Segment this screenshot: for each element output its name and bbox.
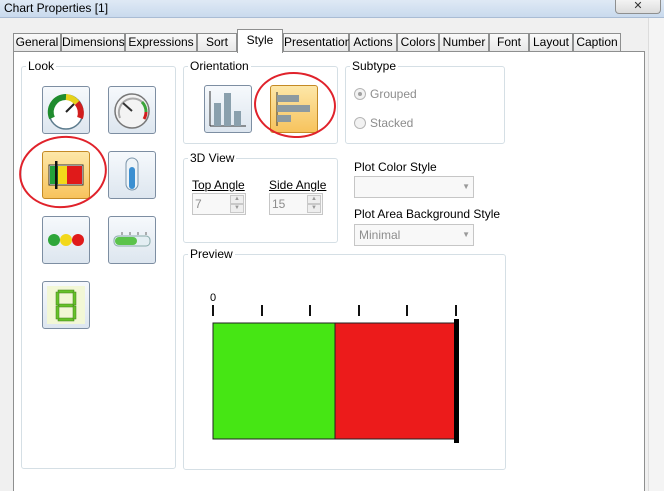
plot-area-bg-style-select[interactable]: Minimal ▼ — [354, 224, 474, 246]
top-angle-up-icon[interactable]: ▲ — [230, 195, 244, 204]
chevron-down-icon: ▼ — [462, 230, 470, 239]
tab-caption[interactable]: Caption — [573, 33, 621, 52]
look-speedometer-gauge-button[interactable] — [108, 86, 156, 134]
plot-color-style-select[interactable]: ▼ — [354, 176, 474, 198]
tab-expressions[interactable]: Expressions — [125, 33, 197, 52]
plot-area-bg-style-value: Minimal — [359, 228, 401, 242]
top-angle-label: Top Angle — [192, 178, 245, 192]
plot-color-style-label: Plot Color Style — [354, 160, 437, 174]
3d-view-legend: 3D View — [190, 151, 235, 165]
side-angle-arrows: ▲ ▼ — [307, 195, 321, 213]
side-angle-label: Side Angle — [269, 178, 326, 192]
preview-legend: Preview — [190, 247, 233, 261]
speedometer-gauge-icon — [114, 93, 150, 129]
preview-red-segment — [334, 322, 457, 440]
look-circular-gauge-button[interactable] — [42, 86, 90, 134]
led-gauge-icon — [113, 232, 151, 247]
tab-colors[interactable]: Colors — [397, 33, 439, 52]
look-thermometer-gauge-button[interactable] — [108, 151, 156, 199]
tab-presentation[interactable]: Presentation — [283, 33, 351, 52]
chevron-down-icon: ▼ — [462, 182, 470, 191]
tab-sort[interactable]: Sort — [197, 33, 237, 52]
grouped-label: Grouped — [370, 87, 417, 101]
side-angle-input[interactable] — [272, 196, 306, 212]
style-tab-panel: Look Orientation Subtype Grouped Stacked… — [13, 51, 645, 491]
traffic-light-gauge-icon — [48, 234, 84, 246]
grouped-radio[interactable] — [354, 88, 366, 100]
preview-green-segment — [212, 322, 336, 440]
top-angle-down-icon[interactable]: ▼ — [230, 204, 244, 213]
close-icon: ✕ — [633, 0, 643, 12]
tab-dimensions[interactable]: Dimensions — [61, 33, 125, 52]
side-angle-down-icon[interactable]: ▼ — [307, 204, 321, 213]
top-angle-label-text: Top Angle — [192, 178, 245, 192]
orientation-legend: Orientation — [190, 59, 249, 73]
look-digital-gauge-button[interactable] — [42, 281, 90, 329]
side-angle-label-text: Side Angle — [269, 178, 327, 192]
digital-gauge-icon — [47, 286, 85, 324]
tab-layout[interactable]: Layout — [529, 33, 573, 52]
thermometer-gauge-icon — [125, 157, 139, 191]
horizontal-bars-icon — [276, 92, 310, 126]
tab-general[interactable]: General — [13, 33, 61, 52]
plot-area-bg-style-label: Plot Area Background Style — [354, 207, 501, 221]
top-angle-input[interactable] — [195, 196, 229, 212]
window-title: Chart Properties [1] — [4, 1, 109, 15]
look-linear-gauge-button[interactable] — [42, 151, 90, 199]
side-angle-up-icon[interactable]: ▲ — [307, 195, 321, 204]
circular-gauge-icon — [47, 93, 84, 130]
look-traffic-light-gauge-button[interactable] — [42, 216, 90, 264]
preview-zero-label: 0 — [210, 292, 216, 304]
title-bar: Chart Properties [1] ✕ — [0, 0, 664, 18]
tab-font[interactable]: Font — [489, 33, 529, 52]
tab-number[interactable]: Number — [439, 33, 489, 52]
tab-style[interactable]: Style — [237, 29, 283, 53]
top-angle-arrows: ▲ ▼ — [230, 195, 244, 213]
look-legend: Look — [28, 59, 55, 73]
close-button[interactable]: ✕ — [615, 0, 661, 14]
side-angle-spinner[interactable]: ▲ ▼ — [269, 193, 323, 215]
top-angle-spinner[interactable]: ▲ ▼ — [192, 193, 246, 215]
subtype-group: Subtype — [345, 59, 505, 144]
linear-gauge-icon — [48, 161, 84, 189]
stacked-label: Stacked — [370, 116, 414, 130]
window-edge-scrollbar — [648, 18, 664, 491]
orientation-vertical-button[interactable] — [204, 85, 252, 133]
look-led-gauge-button[interactable] — [108, 216, 156, 264]
preview-needle — [454, 319, 459, 443]
stacked-radio[interactable] — [354, 117, 366, 129]
tab-actions[interactable]: Actions — [349, 33, 397, 52]
vertical-bars-icon — [209, 91, 246, 127]
subtype-legend: Subtype — [352, 59, 397, 73]
orientation-horizontal-button[interactable] — [270, 85, 318, 133]
gauge-preview: 0 — [210, 292, 459, 443]
